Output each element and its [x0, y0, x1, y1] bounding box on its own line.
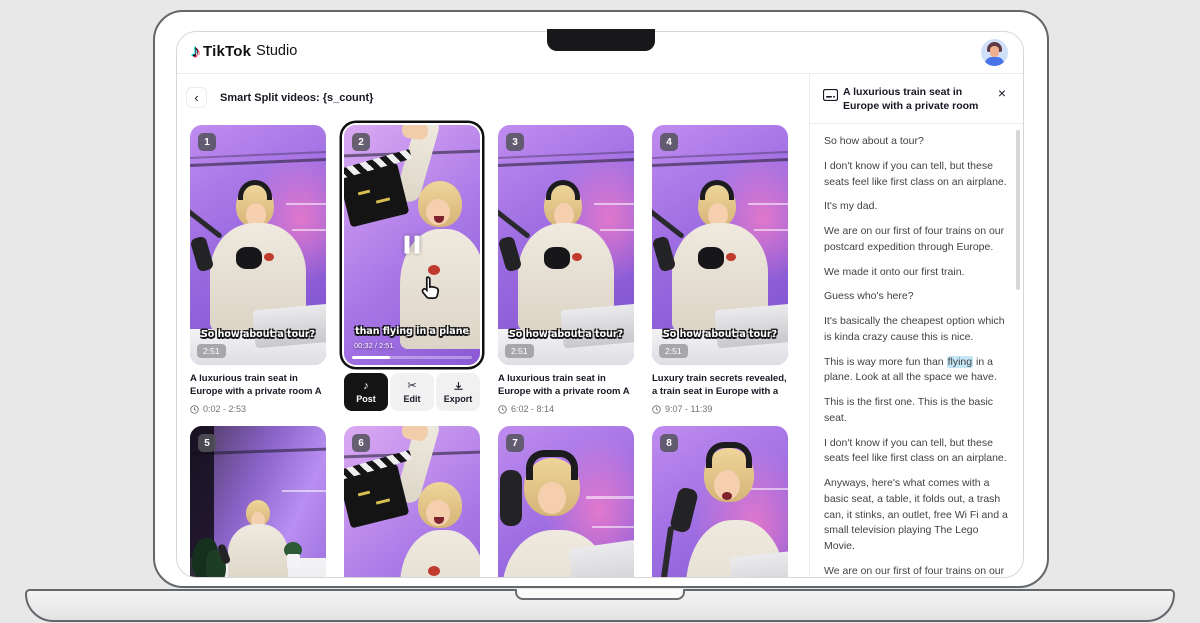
clip-action-bar: ♪ Post ✂ Edit Expo [344, 373, 480, 411]
video-card-3[interactable]: 3 So how about a tour? 2:51 [498, 125, 634, 365]
video-card-6[interactable]: 6 [344, 426, 480, 578]
transcript-line: I don't know if you can tell, but these … [824, 159, 1011, 191]
clip-number-badge: 1 [198, 133, 216, 151]
camera-notch [547, 29, 655, 51]
video-card-1[interactable]: 1 So how about a tour? 2:51 [190, 125, 326, 365]
back-button[interactable]: ‹ [186, 87, 207, 108]
duration-badge: 2:51 [505, 344, 534, 358]
laptop-screen: ♪ TikTok Studio ‹ Smart Split videos: {s… [153, 10, 1049, 588]
clip-number-badge: 6 [352, 434, 370, 452]
transcript-title: A luxurious train seat in Europe with a … [843, 86, 995, 113]
laptop-lid-groove [515, 589, 685, 600]
tiktok-note-icon: ♪ [363, 381, 369, 393]
edit-button[interactable]: ✂ Edit [390, 373, 434, 411]
panel-scrollbar[interactable] [1016, 130, 1020, 290]
card-meta-1: A luxurious train seat in Europe with a … [190, 373, 326, 414]
transcript-line: We are on our first of four trains on ou… [824, 224, 1011, 256]
playback-time: 00:32 / 2:51 [354, 341, 394, 350]
export-button[interactable]: Export [436, 373, 480, 411]
video-thumbnail: 1 So how about a tour? 2:51 [190, 125, 326, 365]
page-title: Smart Split videos: {s_count} [220, 92, 373, 104]
transcript-panel: A luxurious train seat in Europe with a … [809, 74, 1023, 577]
user-avatar[interactable] [981, 39, 1008, 66]
video-caption: A luxurious train seat in Europe with a … [190, 373, 326, 399]
video-thumbnail: 5 [190, 426, 326, 578]
transcript-line: I don't know if you can tell, but these … [824, 436, 1011, 468]
brand-name: TikTok [203, 43, 251, 60]
close-icon[interactable]: × [994, 85, 1010, 101]
card-meta-4: Luxury train secrets revealed, a train s… [652, 373, 788, 414]
video-card-4[interactable]: 4 So how about a tour? 2:51 [652, 125, 788, 365]
transcript-panel-header: A luxurious train seat in Europe with a … [810, 74, 1023, 124]
video-card-7[interactable]: 7 [498, 426, 634, 578]
laptop-mockup: ♪ TikTok Studio ‹ Smart Split videos: {s… [0, 0, 1200, 623]
video-caption: A luxurious train seat in Europe with a … [498, 373, 634, 399]
transcript-body[interactable]: So how about a tour? I don't know if you… [824, 134, 1011, 577]
video-time-range: 0:02 - 2:53 [203, 404, 246, 414]
app-window: ♪ TikTok Studio ‹ Smart Split videos: {s… [176, 31, 1024, 578]
transcript-line: This is the first one. This is the basic… [824, 395, 1011, 427]
video-thumbnail: 8 [652, 426, 788, 578]
video-thumbnail: 7 [498, 426, 634, 578]
transcript-line: Anyways, here's what comes with a basic … [824, 476, 1011, 555]
video-thumbnail: 6 [344, 426, 480, 578]
clip-number-badge: 4 [660, 133, 678, 151]
card-meta-3: A luxurious train seat in Europe with a … [498, 373, 634, 414]
clip-number-badge: 5 [198, 434, 216, 452]
clock-icon [652, 405, 661, 414]
grid-header: ‹ Smart Split videos: {s_count} [186, 87, 373, 108]
tiktok-studio-logo: ♪ TikTok Studio [191, 42, 297, 60]
back-chevron-icon: ‹ [194, 90, 198, 105]
transcript-line: It's my dad. [824, 199, 1011, 215]
highlighted-word: flying [947, 356, 974, 368]
transcript-line: So how about a tour? [824, 134, 1011, 150]
tiktok-note-icon: ♪ [191, 42, 200, 60]
post-button[interactable]: ♪ Post [344, 373, 388, 411]
video-card-5[interactable]: 5 [190, 426, 326, 578]
video-time-range: 6:02 - 8:14 [511, 404, 554, 414]
progress-bar[interactable] [352, 356, 472, 359]
clip-number-badge: 2 [352, 133, 370, 151]
overlay-caption: than flying in a plane [347, 327, 477, 338]
video-card-8[interactable]: 8 [652, 426, 788, 578]
overlay-caption: So how about a tour? [655, 330, 785, 341]
duration-badge: 2:51 [659, 344, 688, 358]
laptop-base [25, 589, 1175, 622]
clock-icon [190, 405, 199, 414]
video-caption: Luxury train secrets revealed, a train s… [652, 373, 788, 399]
clip-number-badge: 7 [506, 434, 524, 452]
overlay-caption: So how about a tour? [501, 330, 631, 341]
clock-icon [498, 405, 507, 414]
transcript-line: We are on our first of four trains on ou… [824, 564, 1011, 577]
video-time-range: 9:07 - 11:39 [665, 404, 712, 414]
scissors-icon: ✂ [407, 381, 416, 393]
hand-cursor-icon [418, 275, 444, 303]
transcript-line: We made it onto our first train. [824, 265, 1011, 281]
pause-icon[interactable] [405, 236, 420, 254]
transcript-line: It's basically the cheapest option which… [824, 314, 1011, 346]
overlay-caption: So how about a tour? [193, 330, 323, 341]
video-thumbnail: 3 So how about a tour? 2:51 [498, 125, 634, 365]
duration-badge: 2:51 [197, 344, 226, 358]
brand-suffix: Studio [256, 43, 297, 59]
transcript-line-highlighted: This is way more fun than flying in a pl… [824, 355, 1011, 387]
transcript-line: Guess who's here? [824, 289, 1011, 305]
download-icon [453, 381, 464, 393]
video-thumbnail: 2 than flying in a plane 00:32 / 2:51 [344, 125, 480, 365]
transcript-icon [823, 89, 838, 101]
video-grid-region: ‹ Smart Split videos: {s_count} [177, 74, 809, 577]
clip-number-badge: 8 [660, 434, 678, 452]
video-card-2-selected[interactable]: 2 than flying in a plane 00:32 / 2:51 [344, 125, 480, 365]
clip-number-badge: 3 [506, 133, 524, 151]
video-thumbnail: 4 So how about a tour? 2:51 [652, 125, 788, 365]
